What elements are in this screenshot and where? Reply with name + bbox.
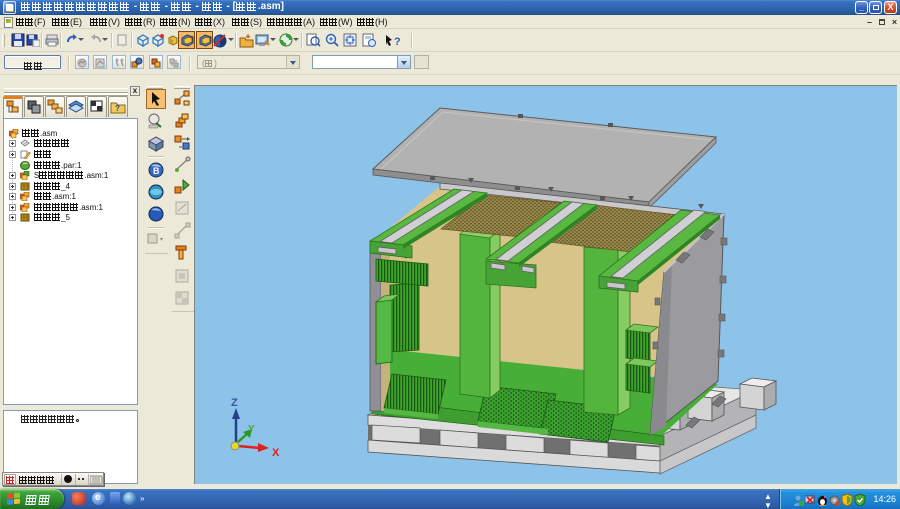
svg-text:B: B xyxy=(153,166,160,176)
svg-text:?: ? xyxy=(115,104,120,113)
svg-text:X: X xyxy=(272,447,280,459)
svg-text:?: ? xyxy=(394,36,401,48)
svg-text:Y: Y xyxy=(248,424,255,435)
svg-text:Z: Z xyxy=(231,397,238,409)
